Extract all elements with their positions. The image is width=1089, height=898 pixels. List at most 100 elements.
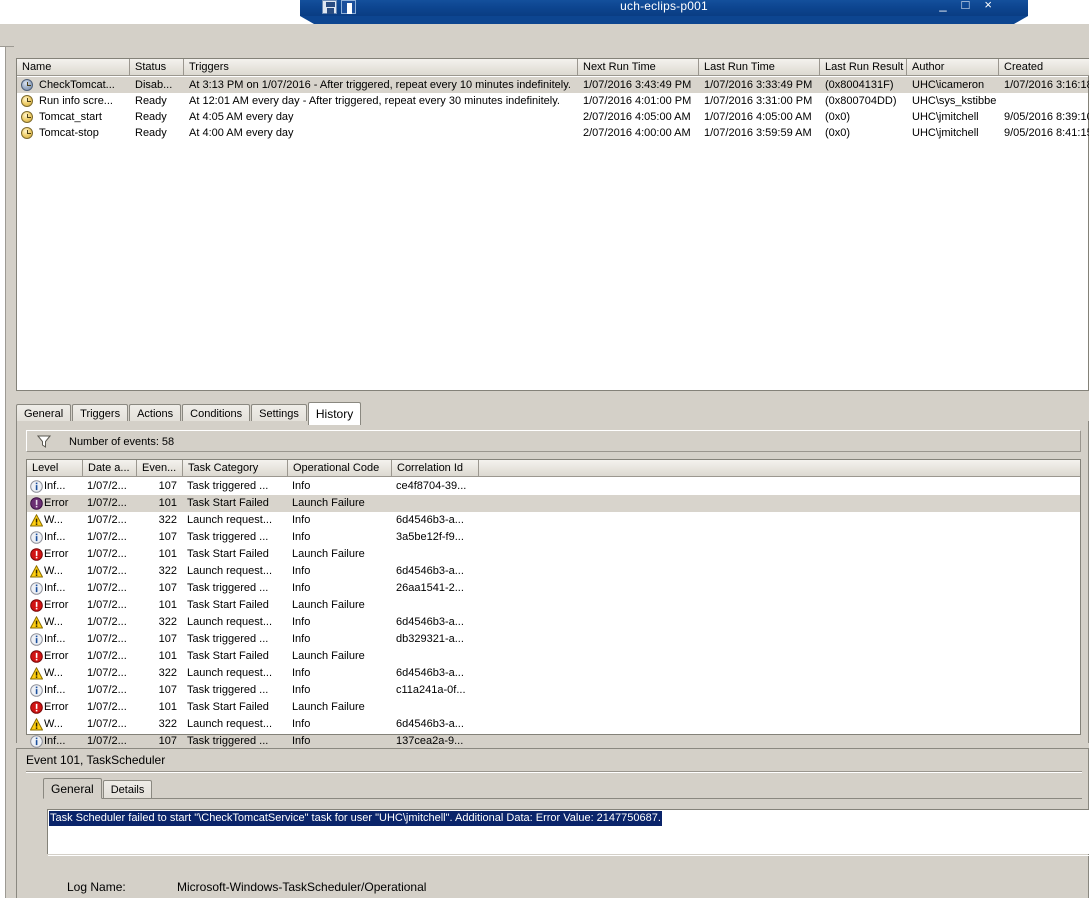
task-cell-status: Ready [135,127,167,139]
event-cell-category: Task triggered ... [187,582,269,594]
event-cell-category: Launch request... [187,667,273,679]
list-item[interactable]: W... 1/07/2... 322 Launch request... Info 6d4… [27,614,1080,631]
event-column-header[interactable]: Even... [137,460,183,477]
list-item[interactable]: Inf... 1/07/2... 107 Task triggered ... Info… [27,682,1080,699]
list-item[interactable]: Error 1/07/2... 101 Task Start Failed Launch… [27,597,1080,614]
event-cell-date: 1/07/2... [87,599,127,611]
filter-icon[interactable] [37,435,51,448]
warning-icon [30,616,43,629]
event-cell-correlation [396,699,479,716]
table-row[interactable]: Run info scre... Ready At 12:01 AM every d… [17,93,1088,109]
event-column-header[interactable]: Date a... [83,460,137,477]
task-list[interactable]: Name Status Triggers Next Run Time Last Run … [16,58,1089,391]
task-column-header[interactable]: Last Run Time [699,59,820,76]
error-icon-selected [30,497,43,510]
list-item[interactable]: W... 1/07/2... 322 Launch request... Info 6d4… [27,665,1080,682]
warning-icon [30,667,43,680]
event-cell-event_id: 322 [158,667,177,679]
event-cell-event_id: 322 [158,565,177,577]
task-cell-last_run: 1/07/2016 3:31:00 PM [704,95,813,107]
task-column-header[interactable]: Name [17,59,130,76]
event-cell-correlation: 26aa1541-2... [396,582,464,594]
list-item[interactable]: Inf... 1/07/2... 107 Task triggered ... Info… [27,631,1080,648]
event-cell-category: Launch request... [187,718,273,730]
event-list[interactable]: Level Date a... Even... Task Category Operat… [26,459,1081,748]
task-column-header[interactable]: Author [907,59,999,76]
information-icon [30,531,43,544]
maximize-button[interactable]: □ [962,0,970,13]
clock-icon-disabled [21,79,33,91]
event-cell-date: 1/07/2... [87,565,127,577]
window-controls: _ □ × [939,0,992,13]
event-column-header[interactable]: Task Category [183,460,288,477]
task-column-header[interactable]: Next Run Time [578,59,699,76]
detail-tab-details[interactable]: Details [102,780,153,798]
detail-tab-general[interactable]: General [43,778,102,799]
event-column-header[interactable]: Correlation Id [392,460,479,477]
clock-icon [21,127,33,139]
detail-tab-underline [43,798,1082,799]
task-column-header[interactable]: Last Run Result [820,59,907,76]
event-cell-date: 1/07/2... [87,514,127,526]
list-item[interactable]: Error 1/07/2... 101 Task Start Failed Launch… [27,546,1080,563]
list-item[interactable]: Inf... 1/07/2... 107 Task triggered ... Info… [27,529,1080,546]
event-message-box[interactable]: Task Scheduler failed to start "\CheckTo… [47,809,1089,856]
history-pane: Number of events: 58 Level Date a... Even.… [16,421,1089,748]
task-cell-last_result: (0x800704DD) [825,95,897,107]
close-button[interactable]: × [984,0,992,13]
information-icon [30,480,43,493]
event-cell-opcode: Launch Failure [292,701,365,713]
event-cell-correlation [396,495,479,512]
event-cell-level: Inf... [44,582,66,594]
list-item[interactable]: W... 1/07/2... 322 Launch request... Info 6d4… [27,512,1080,529]
error-icon [30,650,43,663]
tab-history[interactable]: History [307,402,362,425]
list-item[interactable]: Inf... 1/07/2... 107 Task triggered ... Info… [27,478,1080,495]
task-column-header[interactable]: Created [999,59,1089,76]
task-cell-last_run: 1/07/2016 3:59:59 AM [704,127,812,139]
error-icon [30,548,43,561]
event-cell-event_id: 107 [158,684,177,696]
list-item[interactable]: W... 1/07/2... 322 Launch request... Info 6d4… [27,716,1080,733]
table-row[interactable]: CheckTomcat... Disab... At 3:13 PM on 1/07… [17,77,1089,93]
event-cell-level: Inf... [44,633,66,645]
event-detail-pane: Event 101, TaskScheduler General Details … [16,748,1089,898]
task-column-header[interactable]: Status [130,59,184,76]
table-row[interactable]: Tomcat-stop Ready At 4:00 AM every day 2/07… [17,125,1089,141]
event-cell-category: Task triggered ... [187,633,269,645]
event-cell-date: 1/07/2... [87,650,127,662]
list-item[interactable]: W... 1/07/2... 322 Launch request... Info 6d4… [27,563,1080,580]
window-titlebar[interactable]: uch-eclips-p001 _ □ × [300,0,1028,16]
list-item[interactable]: Error 1/07/2... 101 Task Start Failed Launch… [27,699,1080,716]
event-cell-event_id: 101 [158,701,177,713]
property-tabs[interactable]: General Triggers Actions Conditions Settings… [16,402,1089,425]
event-cell-opcode: Info [292,616,311,628]
task-cell-last_result: (0x8004131F) [825,79,894,91]
list-item[interactable]: Error 1/07/2... 101 Task Start Failed Launch… [27,648,1080,665]
event-cell-event_id: 101 [158,548,177,560]
event-cell-correlation [396,546,479,563]
task-column-header[interactable]: Triggers [184,59,578,76]
clock-icon [21,111,33,123]
event-cell-opcode: Info [292,582,311,594]
event-column-header[interactable]: Level [27,460,83,477]
event-cell-level: Error [44,650,69,662]
event-cell-level: W... [44,616,63,628]
task-cell-last_run: 1/07/2016 3:33:49 PM [704,79,813,91]
error-icon [30,599,43,612]
minimize-button[interactable]: _ [939,0,946,13]
event-column-header[interactable]: Operational Code [288,460,392,477]
task-cell-next_run: 2/07/2016 4:05:00 AM [583,111,691,123]
event-cell-date: 1/07/2... [87,718,127,730]
event-cell-opcode: Info [292,480,311,492]
task-cell-created: 1/07/2016 3:16:18 [1004,79,1089,91]
event-cell-event_id: 322 [158,616,177,628]
information-icon [30,633,43,646]
event-cell-level: W... [44,718,63,730]
list-item[interactable]: Inf... 1/07/2... 107 Task triggered ... Info… [27,580,1080,597]
table-row[interactable]: Tomcat_start Ready At 4:05 AM every day 2/0… [17,109,1089,125]
task-cell-triggers: At 12:01 AM every day - After triggered,… [189,95,560,107]
event-cell-level: W... [44,565,63,577]
list-item[interactable]: Error 1/07/2... 101 Task Start Failed Launch… [27,495,1080,512]
task-cell-status: Disab... [135,79,173,91]
